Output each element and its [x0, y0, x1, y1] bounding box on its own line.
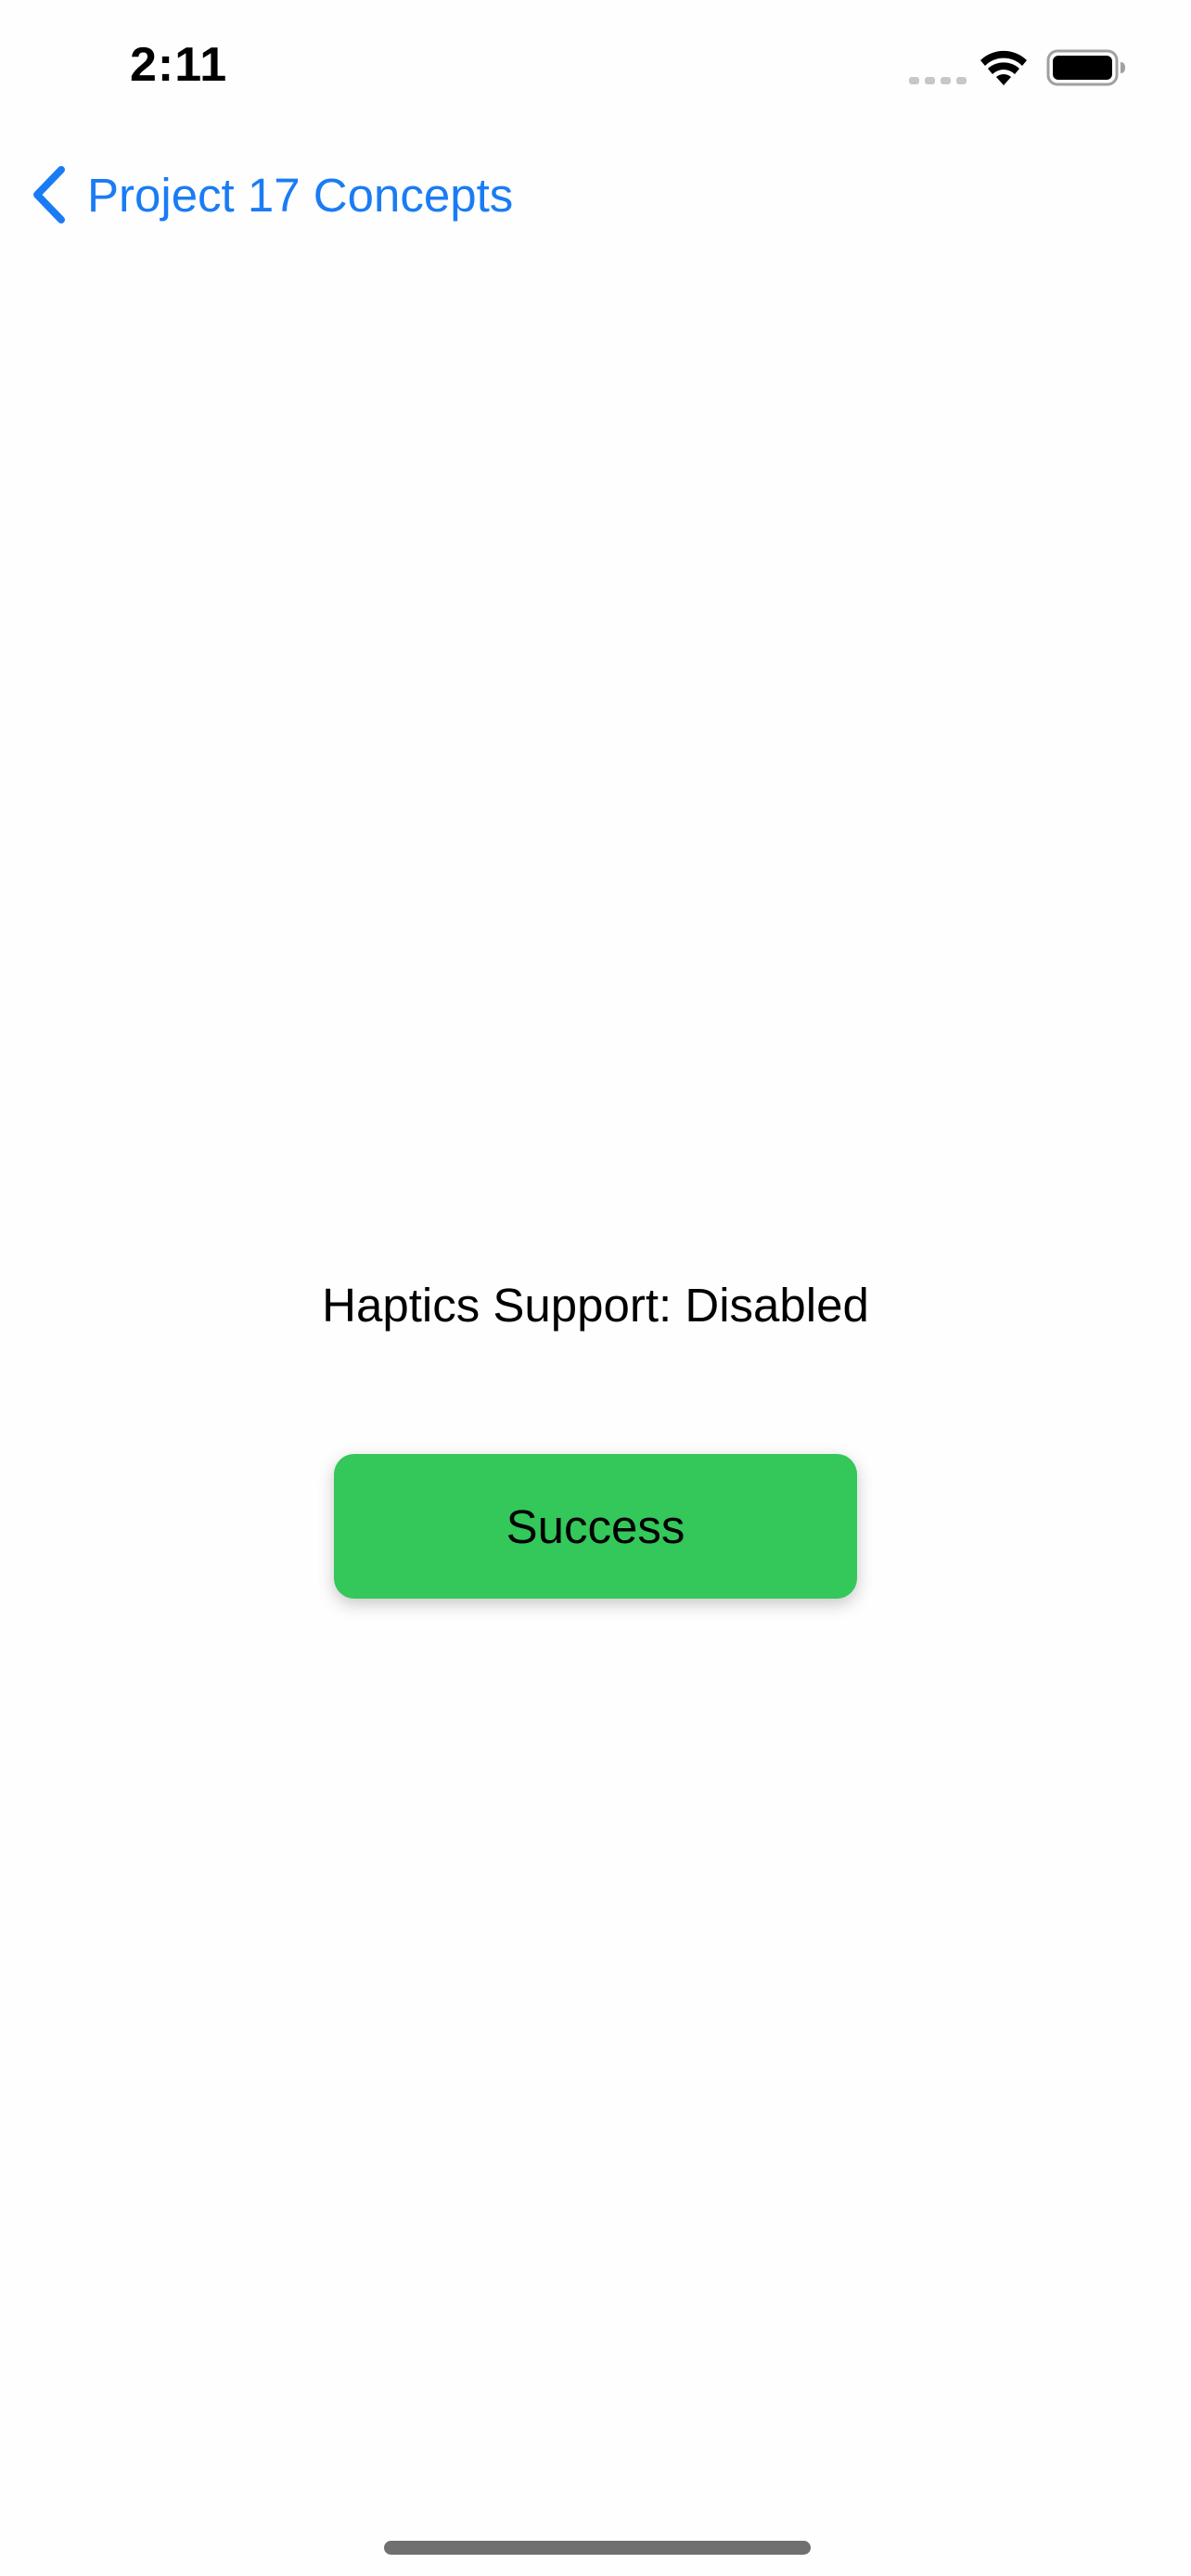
success-button[interactable]: Success — [334, 1454, 857, 1599]
haptics-support-label: Haptics Support: Disabled — [322, 1279, 869, 1332]
status-time: 2:11 — [130, 38, 228, 92]
status-bar: 2:11 — [0, 0, 1191, 130]
back-button[interactable]: Project 17 Concepts — [28, 148, 513, 241]
back-button-label: Project 17 Concepts — [87, 168, 514, 222]
cellular-signal-icon — [909, 77, 967, 84]
chevron-left-icon — [33, 166, 65, 223]
navigation-bar: Project 17 Concepts — [0, 148, 1191, 241]
wifi-icon — [980, 50, 1027, 85]
home-indicator[interactable] — [384, 2541, 811, 2555]
battery-icon — [1046, 49, 1125, 86]
